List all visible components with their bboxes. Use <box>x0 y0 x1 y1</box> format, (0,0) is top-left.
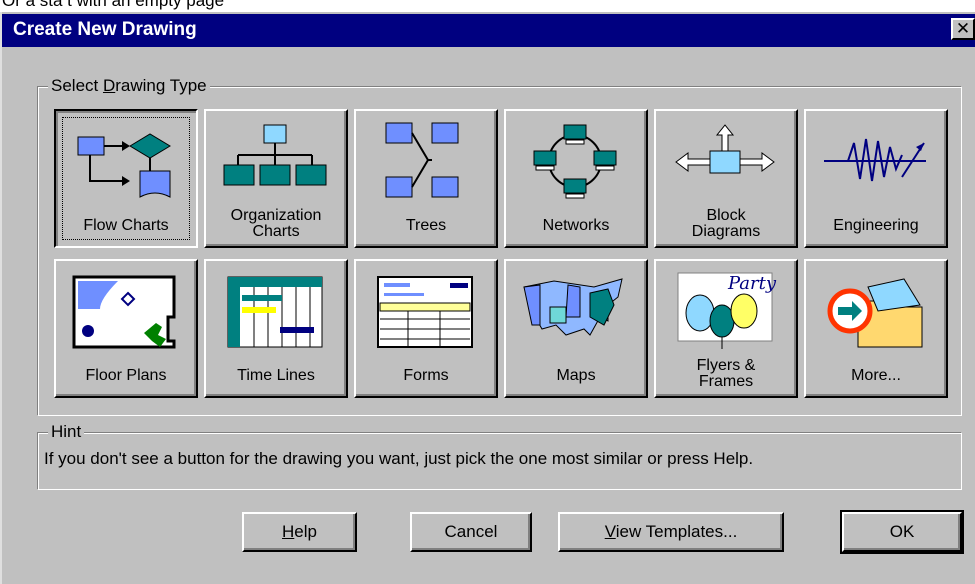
tile-label: Time Lines <box>237 367 315 384</box>
tile-forms[interactable]: Forms <box>354 259 498 398</box>
tile-networks[interactable]: Networks <box>504 109 648 248</box>
tile-label: Maps <box>556 367 596 384</box>
tile-label: Organization Charts <box>230 207 322 240</box>
cancel-button[interactable]: Cancel <box>410 512 532 552</box>
view-templates-button[interactable]: View Templates... <box>558 512 784 552</box>
window-title: Create New Drawing <box>13 19 197 40</box>
hint-group: Hint If you don't see a button for the d… <box>37 422 962 490</box>
tile-label: Flow Charts <box>83 217 169 234</box>
title-bar: Create New Drawing ✕ <box>2 14 975 47</box>
create-new-drawing-dialog: Create New Drawing ✕ Select Drawing Type… <box>0 12 975 584</box>
tile-more[interactable]: More... <box>804 259 948 398</box>
timeline-icon <box>227 276 323 348</box>
drawing-type-legend: Select Drawing Type <box>48 76 210 96</box>
hint-text: If you don't see a button for the drawin… <box>44 449 754 468</box>
close-button[interactable]: ✕ <box>951 18 975 40</box>
help-button[interactable]: Help <box>242 512 357 552</box>
tile-label: More... <box>851 367 901 384</box>
form-icon <box>377 276 473 348</box>
tile-maps[interactable]: Maps <box>504 259 648 398</box>
tile-label: Block Diagrams <box>691 207 761 240</box>
ok-button[interactable]: OK <box>840 510 964 554</box>
engineering-icon <box>824 138 926 182</box>
tile-flow-charts[interactable]: Flow Charts <box>54 109 198 248</box>
tile-label: Networks <box>542 217 610 234</box>
background-caption-fragment: Or a sta t with an empty page <box>0 0 975 12</box>
tile-label: Trees <box>405 217 447 234</box>
block-diagram-icon <box>675 124 775 174</box>
network-icon <box>533 124 617 199</box>
tile-label: Engineering <box>833 217 919 234</box>
tree-icon <box>385 122 459 198</box>
flow-chart-icon <box>77 133 171 198</box>
tile-label: Floor Plans <box>85 367 167 384</box>
tile-label: Flyers & Frames <box>696 357 756 390</box>
hint-legend: Hint <box>48 422 85 442</box>
tile-flyers-frames[interactable]: Party Flyers & Frames <box>654 259 798 398</box>
tile-engineering[interactable]: Engineering <box>804 109 948 248</box>
tile-label: Forms <box>403 367 449 384</box>
flyer-icon: Party <box>677 272 777 349</box>
tile-floor-plans[interactable]: Floor Plans <box>54 259 198 398</box>
svg-text:Party: Party <box>727 273 777 294</box>
floor-plan-icon <box>72 275 176 349</box>
tile-organization-charts[interactable]: Organization Charts <box>204 109 348 248</box>
drawing-type-group: Select Drawing Type Flow Charts Organiza… <box>37 76 962 416</box>
tile-block-diagrams[interactable]: Block Diagrams <box>654 109 798 248</box>
org-chart-icon <box>223 124 327 186</box>
tile-trees[interactable]: Trees <box>354 109 498 248</box>
map-icon <box>523 278 623 336</box>
tile-time-lines[interactable]: Time Lines <box>204 259 348 398</box>
more-folder-icon <box>827 278 923 348</box>
